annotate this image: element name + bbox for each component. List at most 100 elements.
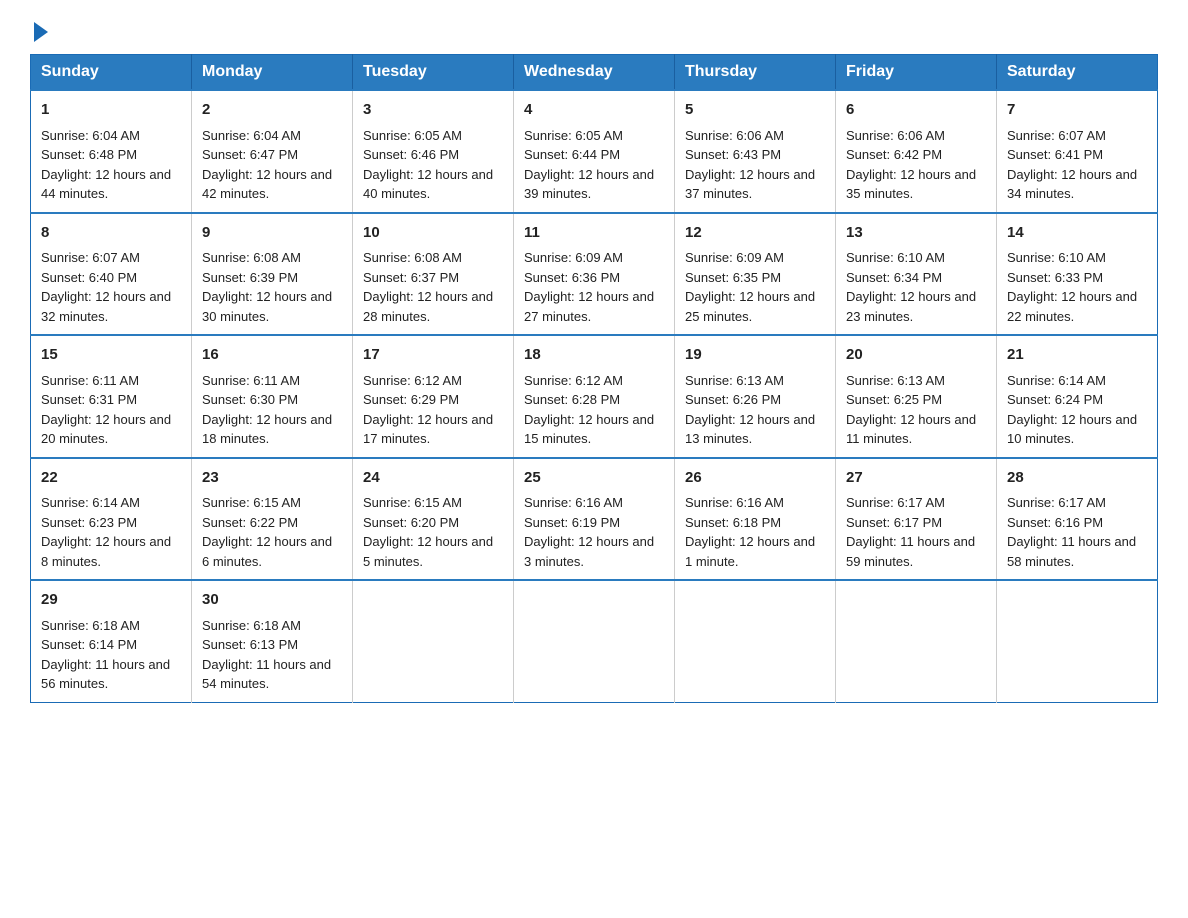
calendar-day-cell: 4Sunrise: 6:05 AMSunset: 6:44 PMDaylight… [514,90,675,213]
weekday-header-friday: Friday [836,55,997,91]
calendar-header-row: SundayMondayTuesdayWednesdayThursdayFrid… [31,55,1158,91]
day-info: Sunrise: 6:18 AMSunset: 6:14 PMDaylight:… [41,616,181,694]
day-number: 14 [1007,222,1147,245]
calendar-empty-cell [997,580,1158,702]
calendar-day-cell: 14 Sunrise: 6:10 AMSunset: 6:33 PMDayligh… [997,213,1158,336]
calendar-day-cell: 16 Sunrise: 6:11 AMSunset: 6:30 PMDayligh… [192,335,353,458]
calendar-day-cell: 27Sunrise: 6:17 AMSunset: 6:17 PMDayligh… [836,458,997,581]
calendar-day-cell: 9 Sunrise: 6:08 AMSunset: 6:39 PMDaylight… [192,213,353,336]
day-info: Sunrise: 6:08 AMSunset: 6:37 PMDaylight:… [363,248,503,326]
day-info: Sunrise: 6:08 AMSunset: 6:39 PMDaylight:… [202,248,342,326]
day-info: Sunrise: 6:13 AMSunset: 6:26 PMDaylight:… [685,371,825,449]
logo-general [30,20,48,42]
calendar-day-cell: 30Sunrise: 6:18 AMSunset: 6:13 PMDayligh… [192,580,353,702]
logo [30,20,48,38]
day-info: Sunrise: 6:15 AMSunset: 6:22 PMDaylight:… [202,493,342,571]
day-info: Sunrise: 6:05 AMSunset: 6:46 PMDaylight:… [363,126,503,204]
calendar-empty-cell [675,580,836,702]
day-number: 3 [363,99,503,122]
calendar-day-cell: 17Sunrise: 6:12 AMSunset: 6:29 PMDayligh… [353,335,514,458]
calendar-day-cell: 8 Sunrise: 6:07 AMSunset: 6:40 PMDaylight… [31,213,192,336]
weekday-header-monday: Monday [192,55,353,91]
day-info: Sunrise: 6:12 AMSunset: 6:29 PMDaylight:… [363,371,503,449]
day-number: 1 [41,99,181,122]
calendar-day-cell: 10 Sunrise: 6:08 AMSunset: 6:37 PMDayligh… [353,213,514,336]
day-info: Sunrise: 6:06 AMSunset: 6:42 PMDaylight:… [846,126,986,204]
day-number: 9 [202,222,342,245]
day-number: 6 [846,99,986,122]
calendar-week-row: 15 Sunrise: 6:11 AMSunset: 6:31 PMDayligh… [31,335,1158,458]
day-number: 2 [202,99,342,122]
calendar-day-cell: 11 Sunrise: 6:09 AMSunset: 6:36 PMDayligh… [514,213,675,336]
day-info: Sunrise: 6:05 AMSunset: 6:44 PMDaylight:… [524,126,664,204]
weekday-header-tuesday: Tuesday [353,55,514,91]
day-info: Sunrise: 6:16 AMSunset: 6:19 PMDaylight:… [524,493,664,571]
day-number: 8 [41,222,181,245]
day-number: 16 [202,344,342,367]
logo-arrow-icon [34,22,48,42]
calendar-day-cell: 24 Sunrise: 6:15 AMSunset: 6:20 PMDayligh… [353,458,514,581]
calendar-day-cell: 7 Sunrise: 6:07 AMSunset: 6:41 PMDaylight… [997,90,1158,213]
day-number: 18 [524,344,664,367]
weekday-header-saturday: Saturday [997,55,1158,91]
calendar-day-cell: 12 Sunrise: 6:09 AMSunset: 6:35 PMDayligh… [675,213,836,336]
day-info: Sunrise: 6:11 AMSunset: 6:31 PMDaylight:… [41,371,181,449]
weekday-header-wednesday: Wednesday [514,55,675,91]
day-info: Sunrise: 6:09 AMSunset: 6:36 PMDaylight:… [524,248,664,326]
calendar-empty-cell [836,580,997,702]
day-info: Sunrise: 6:16 AMSunset: 6:18 PMDaylight:… [685,493,825,571]
calendar-day-cell: 5Sunrise: 6:06 AMSunset: 6:43 PMDaylight… [675,90,836,213]
calendar-day-cell: 18 Sunrise: 6:12 AMSunset: 6:28 PMDayligh… [514,335,675,458]
calendar-day-cell: 1 Sunrise: 6:04 AMSunset: 6:48 PMDaylight… [31,90,192,213]
calendar-week-row: 22 Sunrise: 6:14 AMSunset: 6:23 PMDayligh… [31,458,1158,581]
day-info: Sunrise: 6:09 AMSunset: 6:35 PMDaylight:… [685,248,825,326]
calendar-day-cell: 15 Sunrise: 6:11 AMSunset: 6:31 PMDayligh… [31,335,192,458]
day-number: 24 [363,467,503,490]
day-number: 12 [685,222,825,245]
day-info: Sunrise: 6:11 AMSunset: 6:30 PMDaylight:… [202,371,342,449]
day-info: Sunrise: 6:14 AMSunset: 6:23 PMDaylight:… [41,493,181,571]
day-number: 11 [524,222,664,245]
day-info: Sunrise: 6:13 AMSunset: 6:25 PMDaylight:… [846,371,986,449]
day-info: Sunrise: 6:07 AMSunset: 6:41 PMDaylight:… [1007,126,1147,204]
day-info: Sunrise: 6:06 AMSunset: 6:43 PMDaylight:… [685,126,825,204]
calendar-day-cell: 2 Sunrise: 6:04 AMSunset: 6:47 PMDaylight… [192,90,353,213]
day-number: 29 [41,589,181,612]
day-number: 19 [685,344,825,367]
day-info: Sunrise: 6:12 AMSunset: 6:28 PMDaylight:… [524,371,664,449]
calendar-day-cell: 28 Sunrise: 6:17 AMSunset: 6:16 PMDayligh… [997,458,1158,581]
day-info: Sunrise: 6:10 AMSunset: 6:33 PMDaylight:… [1007,248,1147,326]
weekday-header-sunday: Sunday [31,55,192,91]
day-number: 22 [41,467,181,490]
day-number: 30 [202,589,342,612]
calendar-day-cell: 26 Sunrise: 6:16 AMSunset: 6:18 PMDayligh… [675,458,836,581]
day-number: 26 [685,467,825,490]
calendar-week-row: 8 Sunrise: 6:07 AMSunset: 6:40 PMDaylight… [31,213,1158,336]
calendar-week-row: 1 Sunrise: 6:04 AMSunset: 6:48 PMDaylight… [31,90,1158,213]
calendar-table: SundayMondayTuesdayWednesdayThursdayFrid… [30,54,1158,703]
calendar-day-cell: 21Sunrise: 6:14 AMSunset: 6:24 PMDayligh… [997,335,1158,458]
day-info: Sunrise: 6:17 AMSunset: 6:16 PMDaylight:… [1007,493,1147,571]
day-info: Sunrise: 6:10 AMSunset: 6:34 PMDaylight:… [846,248,986,326]
day-number: 20 [846,344,986,367]
day-number: 27 [846,467,986,490]
day-info: Sunrise: 6:04 AMSunset: 6:48 PMDaylight:… [41,126,181,204]
day-number: 15 [41,344,181,367]
calendar-empty-cell [353,580,514,702]
day-info: Sunrise: 6:15 AMSunset: 6:20 PMDaylight:… [363,493,503,571]
calendar-day-cell: 23 Sunrise: 6:15 AMSunset: 6:22 PMDayligh… [192,458,353,581]
calendar-day-cell: 25Sunrise: 6:16 AMSunset: 6:19 PMDayligh… [514,458,675,581]
day-number: 13 [846,222,986,245]
day-info: Sunrise: 6:04 AMSunset: 6:47 PMDaylight:… [202,126,342,204]
calendar-day-cell: 19 Sunrise: 6:13 AMSunset: 6:26 PMDayligh… [675,335,836,458]
day-number: 10 [363,222,503,245]
weekday-header-thursday: Thursday [675,55,836,91]
day-number: 23 [202,467,342,490]
calendar-day-cell: 22 Sunrise: 6:14 AMSunset: 6:23 PMDayligh… [31,458,192,581]
day-number: 7 [1007,99,1147,122]
day-info: Sunrise: 6:07 AMSunset: 6:40 PMDaylight:… [41,248,181,326]
calendar-day-cell: 29 Sunrise: 6:18 AMSunset: 6:14 PMDayligh… [31,580,192,702]
calendar-day-cell: 3 Sunrise: 6:05 AMSunset: 6:46 PMDaylight… [353,90,514,213]
day-number: 28 [1007,467,1147,490]
day-number: 21 [1007,344,1147,367]
